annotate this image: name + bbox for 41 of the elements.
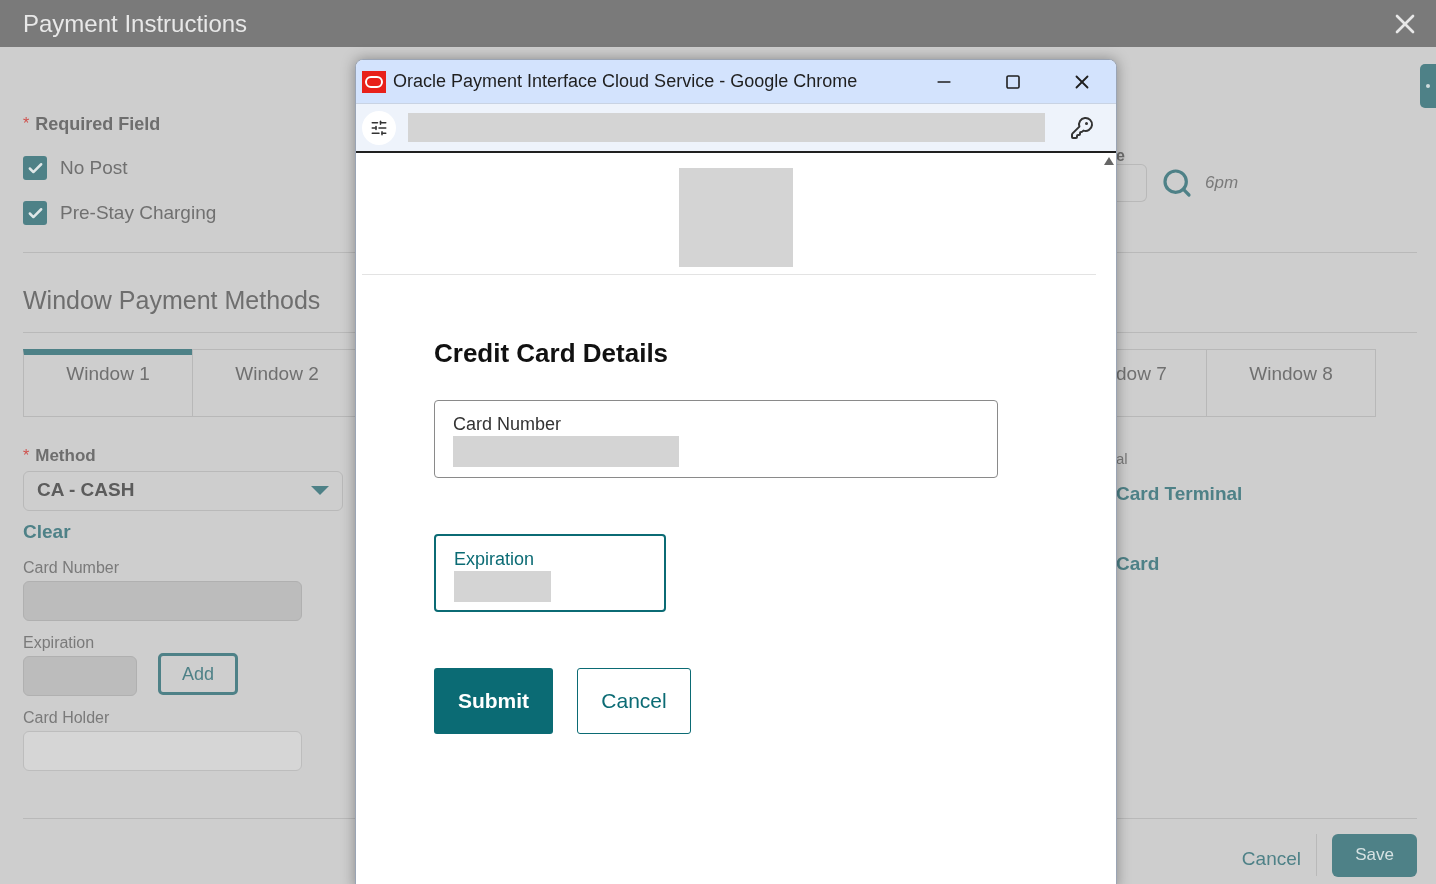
hint-text: 6pm bbox=[1205, 172, 1239, 195]
site-settings-icon[interactable] bbox=[362, 110, 396, 145]
method-select[interactable]: CA - CASH bbox=[23, 470, 343, 511]
field-label: al bbox=[1116, 448, 1129, 469]
window-tab[interactable]: Window 1 bbox=[23, 348, 193, 417]
checkbox-label: Pre-Stay Charging bbox=[60, 200, 217, 225]
section-title: Window Payment Methods bbox=[23, 286, 321, 314]
window-tab[interactable]: Window 8 bbox=[1206, 348, 1376, 417]
field-label: Expiration bbox=[454, 548, 536, 570]
required-asterisk: * bbox=[23, 445, 30, 466]
field-label: Card Number bbox=[23, 558, 121, 578]
checkbox[interactable] bbox=[23, 156, 47, 180]
search-icon[interactable] bbox=[1161, 167, 1193, 199]
input-field[interactable] bbox=[23, 731, 302, 771]
form-heading: Credit Card Details bbox=[434, 337, 670, 369]
window-title: Oracle Payment Interface Cloud Service - Google Chrome bbox=[393, 70, 858, 93]
required-asterisk: * bbox=[23, 114, 30, 134]
checkbox[interactable] bbox=[23, 201, 47, 225]
field-label: Card Holder bbox=[23, 708, 111, 728]
submit-button[interactable]: Submit bbox=[434, 668, 553, 734]
checkbox-label: No Post bbox=[60, 155, 128, 180]
save-button[interactable]: Save bbox=[1332, 833, 1417, 877]
page-title: Payment Instructions bbox=[23, 8, 248, 39]
field-label: Expiration bbox=[23, 633, 96, 653]
cancel-link[interactable]: Cancel bbox=[1241, 844, 1301, 874]
key-icon[interactable] bbox=[1070, 115, 1094, 140]
field-label: Method bbox=[35, 444, 96, 467]
logo-icon bbox=[362, 70, 386, 93]
card-link[interactable]: Card bbox=[1116, 549, 1160, 578]
side-panel-handle[interactable] bbox=[1420, 64, 1436, 108]
clear-link[interactable]: Clear bbox=[23, 517, 71, 546]
dropdown-caret-icon bbox=[311, 486, 329, 495]
add-button[interactable]: Add bbox=[158, 653, 238, 695]
card-input-field[interactable]: Expiration bbox=[434, 534, 666, 612]
field-label: e bbox=[1116, 147, 1126, 165]
required-field-note: Required Field bbox=[35, 112, 161, 136]
field-label: Card Number bbox=[453, 413, 563, 435]
card-link[interactable]: Card Terminal bbox=[1116, 480, 1243, 509]
card-input-field[interactable]: Card Number bbox=[434, 400, 998, 478]
scroll-up-icon[interactable] bbox=[1104, 157, 1114, 165]
cancel-button[interactable]: Cancel bbox=[577, 668, 691, 734]
